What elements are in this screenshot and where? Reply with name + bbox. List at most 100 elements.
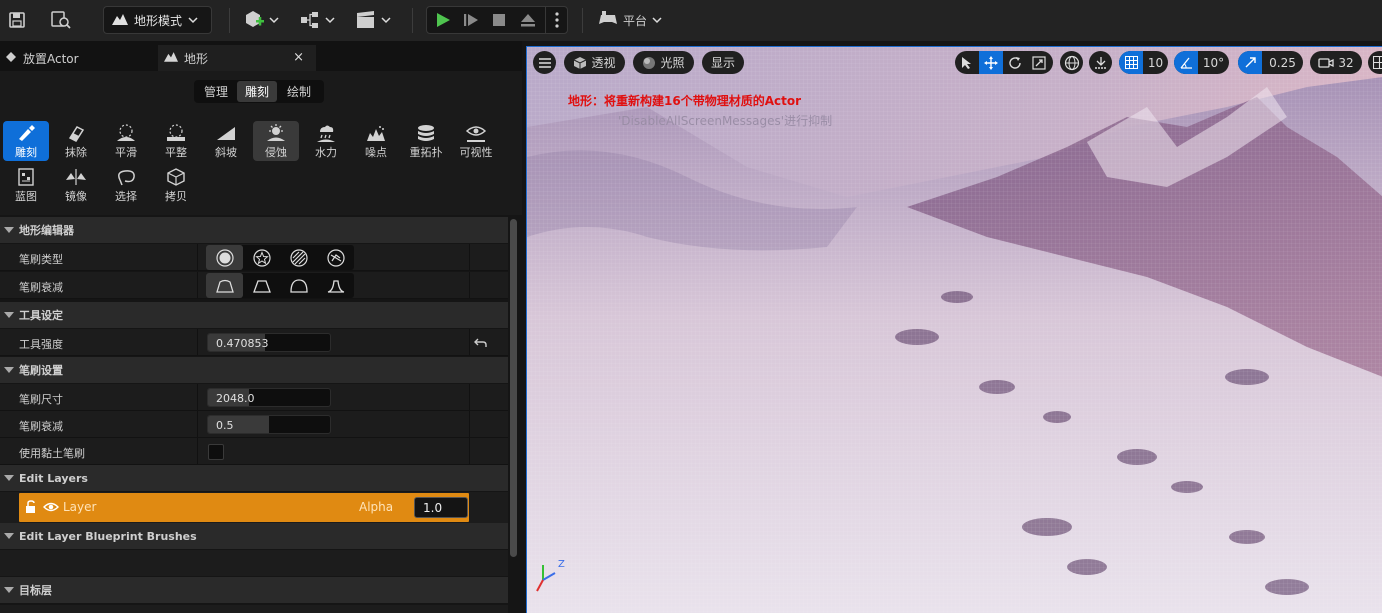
add-actor-button[interactable]: [241, 8, 281, 32]
lit-label: 光照: [660, 56, 685, 70]
scale-icon[interactable]: [1027, 51, 1051, 74]
viewport-menu-button[interactable]: [533, 51, 556, 74]
select-icon[interactable]: [955, 51, 979, 74]
eraser-icon: [68, 126, 85, 142]
show-button[interactable]: 显示: [702, 51, 744, 74]
erosion-icon: [267, 124, 285, 141]
tool-label: 雕刻: [15, 146, 37, 159]
grid-snap-value[interactable]: 10: [1143, 51, 1168, 74]
tool-erosion[interactable]: 侵蚀: [253, 121, 299, 161]
hamburger-icon: [538, 57, 551, 68]
perspective-button[interactable]: 透视: [564, 51, 625, 74]
tool-sculpt[interactable]: 雕刻: [3, 121, 49, 161]
divider: [545, 7, 546, 33]
tool-smooth[interactable]: 平滑: [103, 121, 149, 161]
divider: [229, 8, 230, 33]
scale-snap-group[interactable]: 0.25: [1238, 51, 1303, 74]
tool-blueprint[interactable]: 蓝图: [3, 165, 49, 205]
sculpt-icon: [19, 125, 35, 141]
use-clay-checkbox[interactable]: [208, 444, 224, 460]
unlock-icon[interactable]: [25, 500, 39, 517]
brush-size-field[interactable]: 2048.0: [207, 388, 331, 407]
section-brush-settings[interactable]: 笔刷设置: [0, 357, 508, 383]
play-icon[interactable]: [432, 10, 454, 30]
alpha-label: Alpha: [359, 500, 394, 514]
eject-icon[interactable]: [517, 10, 539, 30]
smooth-falloff-icon[interactable]: [206, 273, 243, 298]
layout-grid-icon: [1373, 56, 1382, 69]
close-icon[interactable]: ×: [293, 50, 304, 65]
tool-mirror[interactable]: 镜像: [53, 165, 99, 205]
world-space-button[interactable]: [1060, 51, 1083, 74]
tool-visibility[interactable]: 可视性: [453, 121, 499, 161]
scale-snap-value[interactable]: 0.25: [1262, 51, 1303, 74]
tool-erase[interactable]: 抹除: [53, 121, 99, 161]
section-title: 地形编辑器: [19, 224, 74, 237]
tool-ramp[interactable]: 斜坡: [203, 121, 249, 161]
lit-mode-button[interactable]: 光照: [633, 51, 694, 74]
tab-sculpt[interactable]: 雕刻: [237, 81, 277, 102]
grid-snap-icon[interactable]: [1119, 51, 1143, 74]
rotate-icon[interactable]: [1003, 51, 1027, 74]
rotation-snap-group[interactable]: 10°: [1174, 51, 1229, 74]
tool-noise[interactable]: 噪点: [353, 121, 399, 161]
component-brush-icon[interactable]: [317, 245, 354, 270]
level-viewport[interactable]: Z 地形：将重新构建16个带物理材质的Actor 'DisableAllScre…: [526, 46, 1382, 613]
tip-falloff-icon[interactable]: [317, 273, 354, 298]
stop-icon[interactable]: [488, 10, 510, 30]
collapse-arrow-icon: [4, 587, 14, 593]
prop-label: 工具强度: [19, 338, 63, 351]
angle-snap-icon[interactable]: [1174, 51, 1198, 74]
noise-icon: [367, 126, 385, 141]
layer-row[interactable]: Layer Alpha 1.0: [19, 493, 469, 522]
rotation-snap-value[interactable]: 10°: [1198, 51, 1229, 74]
camera-speed-button[interactable]: 32: [1310, 51, 1362, 74]
tool-retopologize[interactable]: 重拓扑: [403, 121, 449, 161]
content-browser-icon[interactable]: [49, 9, 73, 31]
brush-falloff-field[interactable]: 0.5: [207, 415, 331, 434]
alpha-field[interactable]: 1.0: [414, 497, 468, 518]
tool-select[interactable]: 选择: [103, 165, 149, 205]
collapse-arrow-icon: [4, 312, 14, 318]
section-landscape-editor[interactable]: 地形编辑器: [0, 217, 508, 243]
section-edit-layer-blueprint-brushes[interactable]: Edit Layer Blueprint Brushes: [0, 523, 508, 549]
mode-dropdown[interactable]: 地形模式: [103, 6, 212, 34]
tab-place-actors[interactable]: 放置Actor: [0, 45, 155, 71]
landscape-panel: 放置Actor 地形 × 管理 雕刻 绘制 雕刻 抹除 平滑 平整 斜坡 侵蚀: [0, 41, 522, 613]
place-actor-icon: [4, 50, 18, 67]
cinematics-button[interactable]: [353, 8, 393, 32]
advance-frame-icon[interactable]: [460, 10, 482, 30]
chevron-down-icon: [188, 13, 198, 27]
alpha-brush-icon[interactable]: [243, 245, 280, 270]
tab-manage[interactable]: 管理: [195, 81, 237, 102]
spherical-falloff-icon[interactable]: [280, 273, 317, 298]
section-title: 笔刷设置: [19, 364, 63, 377]
save-icon[interactable]: [6, 9, 28, 31]
pattern-brush-icon[interactable]: [280, 245, 317, 270]
tool-strength-field[interactable]: 0.470853: [207, 333, 331, 352]
field-value: 2048.0: [216, 392, 255, 405]
platform-button[interactable]: 平台: [596, 8, 664, 32]
prop-label: 笔刷类型: [19, 253, 63, 266]
surface-snap-button[interactable]: [1089, 51, 1112, 74]
eye-icon[interactable]: [43, 501, 59, 516]
section-target-layers[interactable]: 目标层: [0, 577, 508, 603]
tool-flatten[interactable]: 平整: [153, 121, 199, 161]
tool-hydro[interactable]: 水力: [303, 121, 349, 161]
grid-snap-group[interactable]: 10: [1119, 51, 1168, 74]
more-options-icon[interactable]: [548, 10, 566, 30]
tab-paint[interactable]: 绘制: [277, 81, 321, 102]
translate-icon[interactable]: [979, 51, 1003, 74]
tab-landscape[interactable]: 地形 ×: [158, 45, 316, 71]
panel-scrollbar[interactable]: [510, 219, 517, 557]
circle-brush-icon[interactable]: [206, 245, 243, 270]
tool-copy[interactable]: 拷贝: [153, 165, 199, 205]
blueprint-button[interactable]: [297, 8, 337, 32]
scale-snap-icon[interactable]: [1238, 51, 1262, 74]
section-edit-layers[interactable]: Edit Layers: [0, 465, 508, 491]
tool-label: 选择: [115, 190, 137, 203]
linear-falloff-icon[interactable]: [243, 273, 280, 298]
reset-to-default-icon[interactable]: [474, 335, 488, 352]
tab-label: 地形: [184, 51, 209, 66]
section-tool-settings[interactable]: 工具设定: [0, 302, 508, 328]
